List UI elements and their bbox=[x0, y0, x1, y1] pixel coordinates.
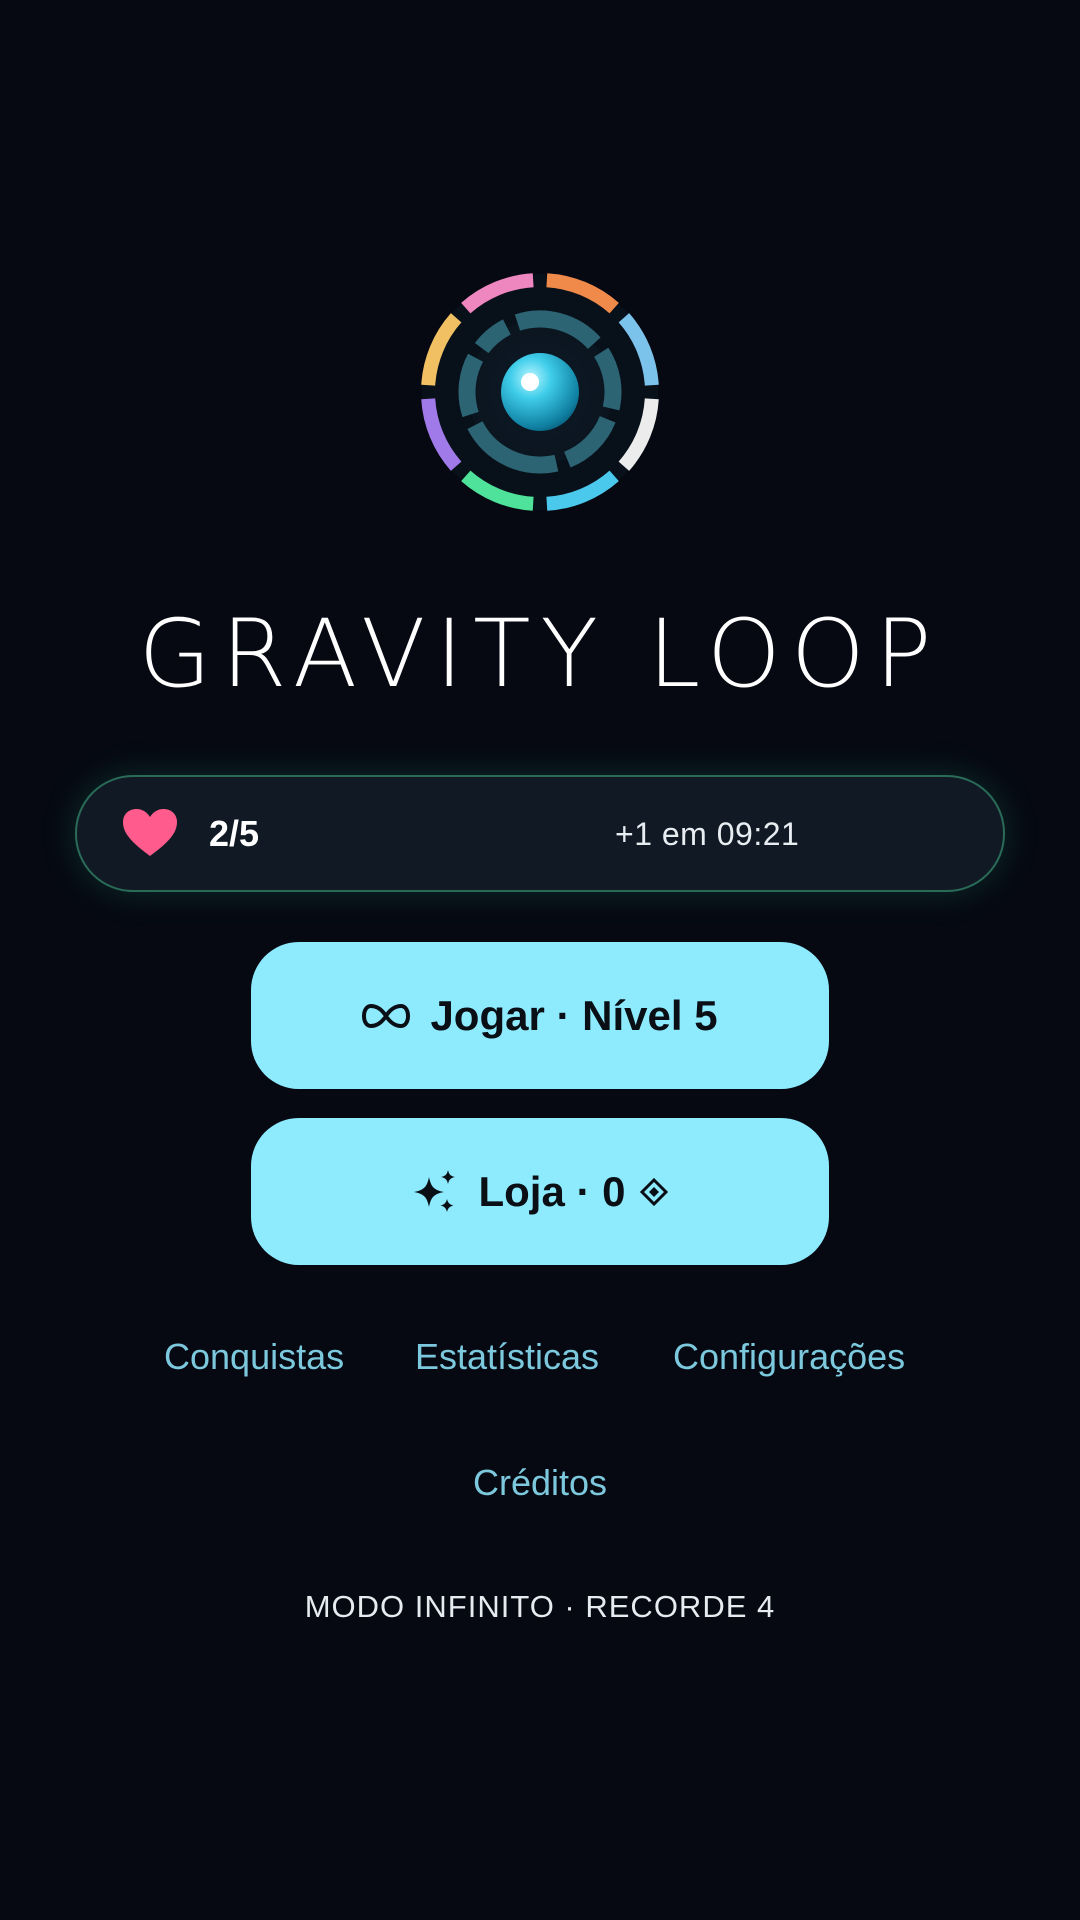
gravity-loop-ring-logo-icon bbox=[410, 262, 670, 522]
lives-count: 2/5 bbox=[209, 813, 260, 854]
sparkles-icon bbox=[414, 1169, 456, 1212]
gem-icon bbox=[639, 1177, 668, 1206]
mode-record-label: MODO INFINITO · RECORDE 4 bbox=[304, 1589, 776, 1624]
heart-icon bbox=[123, 809, 177, 856]
infinity-icon bbox=[362, 1003, 411, 1028]
shop-button-label: Loja · 0 bbox=[478, 1167, 626, 1215]
life-refill-timer: +1 em 09:21 bbox=[615, 816, 800, 852]
play-button[interactable]: Jogar · Nível 5 bbox=[251, 942, 829, 1089]
play-button-label: Jogar · Nível 5 bbox=[430, 991, 718, 1039]
game-title: GRAVITY LOOP bbox=[138, 600, 942, 709]
settings-link[interactable]: Configurações bbox=[673, 1334, 905, 1380]
logo-inner-segment bbox=[458, 353, 484, 418]
main-menu-screen: GRAVITY LOOP 2/5 +1 em 09:21 Jogar · Nív… bbox=[0, 0, 1080, 1920]
lives-bar: 2/5 +1 em 09:21 bbox=[75, 775, 1005, 892]
statistics-link[interactable]: Estatísticas bbox=[415, 1334, 599, 1380]
credits-link[interactable]: Créditos bbox=[0, 1460, 1080, 1506]
shop-button[interactable]: Loja · 0 bbox=[251, 1118, 829, 1265]
achievements-link[interactable]: Conquistas bbox=[164, 1334, 344, 1380]
